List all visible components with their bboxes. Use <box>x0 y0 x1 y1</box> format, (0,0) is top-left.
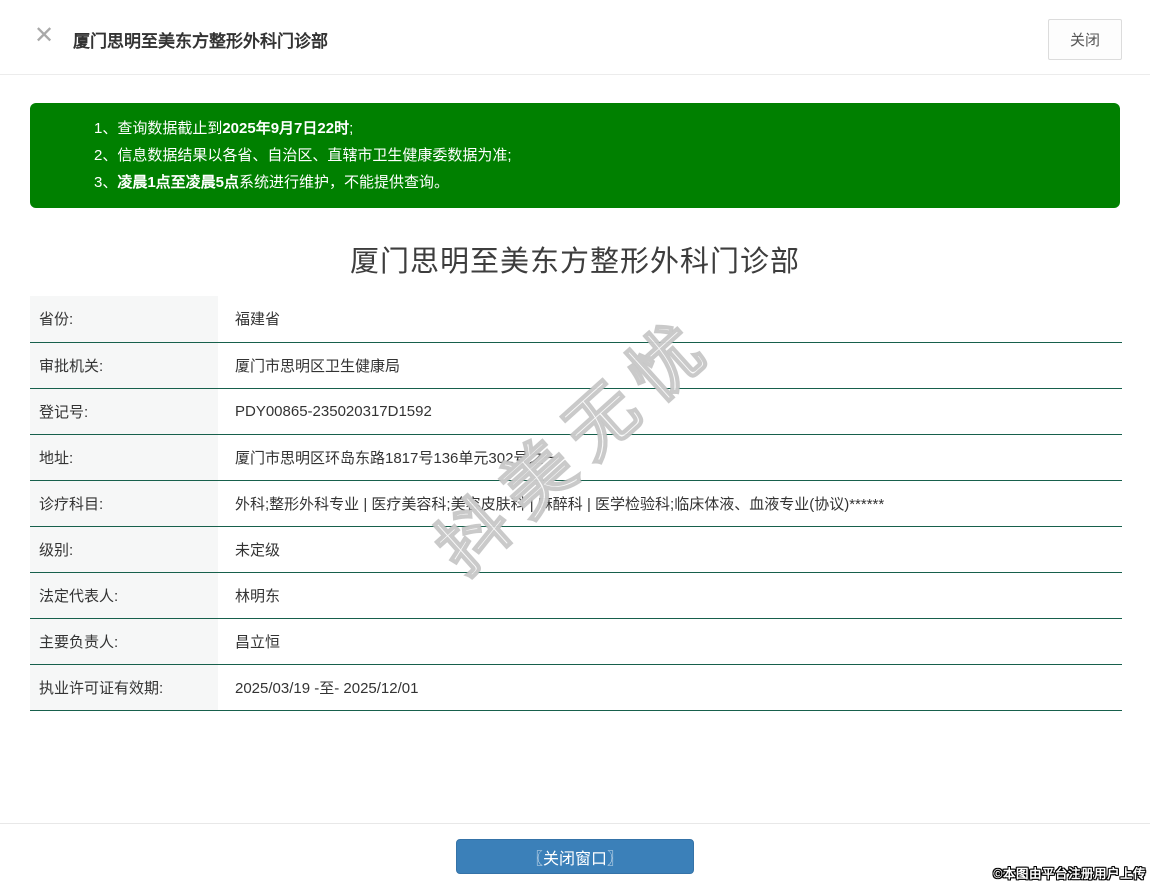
close-x-icon[interactable]: ✕ <box>34 24 54 48</box>
close-button[interactable]: 关闭 <box>1047 19 1122 60</box>
header-title: 厦门思明至美东方整形外科门诊部 <box>73 32 328 51</box>
close-window-button[interactable]: 〖关闭窗口〗 <box>456 839 694 874</box>
field-label: 级别: <box>30 526 218 573</box>
upload-credit-watermark: ©本图由平台注册用户上传 <box>993 867 1146 881</box>
notice-3-tail: 系统进行维护，不能提供查询。 <box>239 174 450 191</box>
table-row-legal-representative: 法定代表人: 林明东 <box>30 572 1122 619</box>
field-label: 法定代表人: <box>30 572 218 619</box>
table-row-registration-number: 登记号: PDY00865-235020317D1592 <box>30 388 1122 435</box>
table-row-province: 省份: 福建省 <box>30 296 1122 343</box>
field-label: 省份: <box>30 296 218 343</box>
field-value: 林明东 <box>218 572 1122 619</box>
field-label: 地址: <box>30 434 218 481</box>
field-label: 主要负责人: <box>30 618 218 665</box>
field-value: PDY00865-235020317D1592 <box>218 388 1122 435</box>
notice-3-text: 3、 <box>94 174 118 191</box>
table-row-address: 地址: 厦门市思明区环岛东路1817号136单元302号之一 <box>30 434 1122 481</box>
notice-3-bold: 凌晨1点至凌晨5点 <box>117 174 240 191</box>
field-value: 厦门市思明区卫生健康局 <box>218 342 1122 389</box>
field-value: 2025/03/19 -至- 2025/12/01 <box>218 664 1122 711</box>
footer-bar: 〖关闭窗口〗 <box>0 823 1150 885</box>
table-row-license-validity: 执业许可证有效期: 2025/03/19 -至- 2025/12/01 <box>30 664 1122 711</box>
table-row-medical-subjects: 诊疗科目: 外科;整形外科专业 | 医疗美容科;美容皮肤科 | 麻醉科 | 医学… <box>30 480 1122 527</box>
notice-line-3: 3、凌晨1点至凌晨5点系统进行维护，不能提供查询。 <box>94 169 1100 196</box>
field-value: 外科;整形外科专业 | 医疗美容科;美容皮肤科 | 麻醉科 | 医学检验科;临床… <box>218 480 1122 527</box>
table-row-person-in-charge: 主要负责人: 昌立恒 <box>30 618 1122 665</box>
field-value: 厦门市思明区环岛东路1817号136单元302号之一 <box>218 434 1122 481</box>
field-label: 执业许可证有效期: <box>30 664 218 711</box>
page-title: 厦门思明至美东方整形外科门诊部 <box>349 246 800 278</box>
info-table: 省份: 福建省 审批机关: 厦门市思明区卫生健康局 登记号: PDY00865-… <box>30 296 1122 711</box>
field-label: 审批机关: <box>30 342 218 389</box>
table-row-level: 级别: 未定级 <box>30 526 1122 573</box>
notice-banner: 1、查询数据截止到2025年9月7日22时; 2、信息数据结果以各省、自治区、直… <box>30 103 1120 208</box>
query-result-modal: ✕ 厦门思明至美东方整形外科门诊部 关闭 1、查询数据截止到2025年9月7日2… <box>0 0 1150 885</box>
notice-line-2: 2、信息数据结果以各省、自治区、直辖市卫生健康委数据为准; <box>94 142 1100 169</box>
field-label: 诊疗科目: <box>30 480 218 527</box>
field-value: 昌立恒 <box>218 618 1122 665</box>
field-value: 未定级 <box>218 526 1122 573</box>
notice-2-text: 2、信息数据结果以各省、自治区、直辖市卫生健康委数据为准; <box>94 147 512 164</box>
notice-line-1: 1、查询数据截止到2025年9月7日22时; <box>94 115 1100 142</box>
notice-1-text: 1、查询数据截止到 <box>94 120 223 137</box>
notice-1-bold: 2025年9月7日22时 <box>222 120 350 137</box>
field-label: 登记号: <box>30 388 218 435</box>
field-value: 福建省 <box>218 296 1122 343</box>
table-row-approval-authority: 审批机关: 厦门市思明区卫生健康局 <box>30 342 1122 389</box>
notice-1-tail: ; <box>349 120 354 137</box>
modal-header: ✕ 厦门思明至美东方整形外科门诊部 关闭 <box>0 0 1150 75</box>
